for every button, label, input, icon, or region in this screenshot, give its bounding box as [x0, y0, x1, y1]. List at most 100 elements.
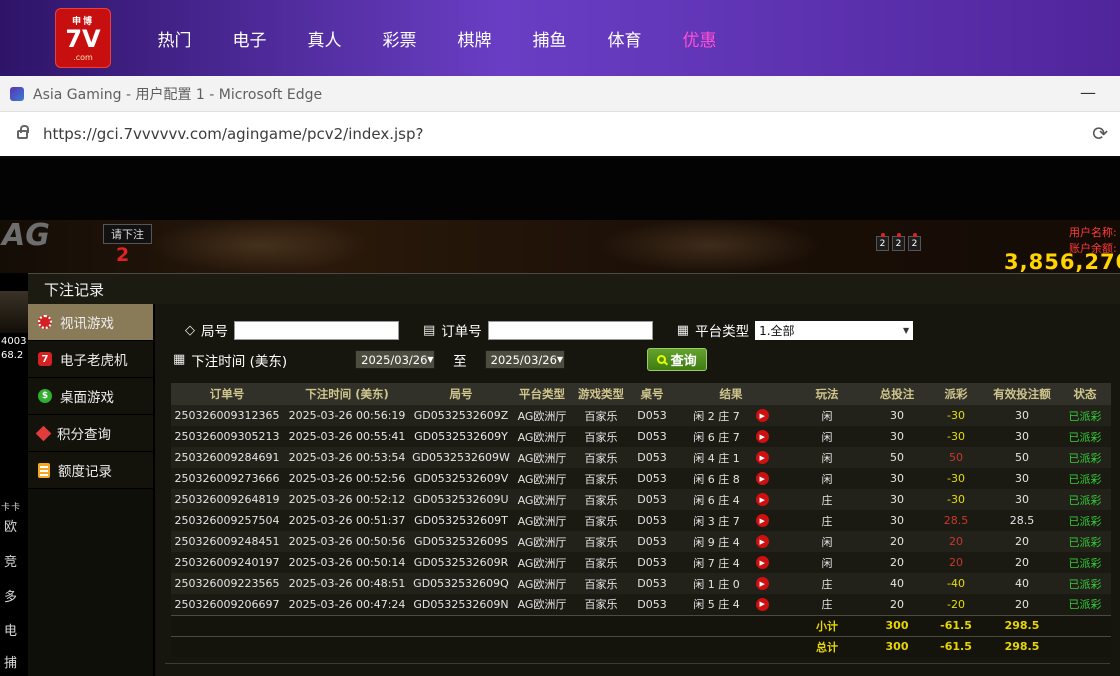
cell-order: 250326009305213 — [171, 426, 283, 447]
replay-play-icon[interactable]: ▶ — [756, 598, 769, 611]
sum-status — [1059, 636, 1111, 657]
replay-play-icon[interactable]: ▶ — [756, 451, 769, 464]
sum-label: 总计 — [787, 636, 867, 657]
lock-icon — [17, 130, 28, 139]
chevron-down-icon: ▼ — [903, 326, 909, 335]
result-text: 闲 7 庄 4 — [693, 555, 740, 571]
order-input[interactable] — [488, 321, 653, 340]
subtotal-row: 小计300-61.5298.5 — [171, 615, 1111, 636]
cell-time: 2025-03-26 00:48:51 — [283, 573, 411, 594]
replay-play-icon[interactable]: ▶ — [756, 430, 769, 443]
result-wrap: 闲 5 庄 4▶ — [675, 596, 787, 612]
address-bar: https://gci.7vvvvvv.com/agingame/pcv2/in… — [0, 112, 1120, 158]
cell-play: 闲 — [787, 531, 867, 552]
replay-play-icon[interactable]: ▶ — [756, 472, 769, 485]
sidebar-item-4[interactable]: 积分查询 — [28, 415, 153, 452]
filter-row-1: ◇ 局号 ▤ 订单号 ▦ 平台类型 1.全部 ▼ — [185, 320, 1120, 340]
cell-time: 2025-03-26 00:50:14 — [283, 552, 411, 573]
cell-round: GD0532532609Z — [411, 405, 511, 426]
search-button-label: 查询 — [671, 350, 697, 369]
site-logo[interactable]: 申博 7V .com — [55, 8, 111, 68]
cell-table-no: D053 — [629, 531, 675, 552]
result-text: 闲 9 庄 4 — [693, 534, 740, 550]
cell-status: 已派彩 — [1059, 405, 1111, 426]
sum-total: 300 — [867, 615, 927, 636]
chevron-down-icon: ▼ — [427, 355, 433, 364]
result-wrap: 闲 1 庄 0▶ — [675, 576, 787, 592]
date-from-select[interactable]: 2025/03/26 ▼ — [355, 350, 435, 369]
sidebar-item-3[interactable]: 桌面游戏 — [28, 378, 153, 415]
strip-menu-item[interactable]: 欧 — [4, 516, 17, 535]
result-wrap: 闲 4 庄 1▶ — [675, 450, 787, 466]
cell-game-type: 百家乐 — [573, 447, 629, 468]
replay-play-icon[interactable]: ▶ — [756, 577, 769, 590]
strip-menu-item[interactable]: 电 — [4, 620, 17, 639]
sidebar-item-1[interactable]: 视讯游戏 — [28, 304, 153, 341]
sidebar-item-5[interactable]: 额度记录 — [28, 452, 153, 489]
nav-item-2[interactable]: 电子 — [212, 26, 287, 51]
nav-item-8[interactable]: 优惠 — [662, 26, 737, 51]
cell-result: 闲 6 庄 7 ▶ — [675, 426, 787, 447]
replay-play-icon[interactable]: ▶ — [756, 514, 769, 527]
cell-play: 闲 — [787, 405, 867, 426]
strip-menu-item[interactable]: 多 — [4, 586, 17, 605]
nav-item-6[interactable]: 捕鱼 — [512, 26, 587, 51]
cell-payout: -20 — [927, 594, 985, 615]
points-icon — [36, 425, 52, 441]
date-to-value: 2025/03/26 — [491, 353, 557, 367]
cell-result: 闲 2 庄 7▶ — [675, 405, 787, 426]
cell-round: GD0532532609N — [411, 594, 511, 615]
cell-game-type: 百家乐 — [573, 531, 629, 552]
result-text: 闲 3 庄 7 — [693, 513, 740, 529]
platform-select[interactable]: 1.全部 ▼ — [755, 321, 913, 340]
cell-result: 闲 7 庄 4 ▶ — [675, 552, 787, 573]
cell-game-type: 百家乐 — [573, 594, 629, 615]
replay-play-icon[interactable]: ▶ — [756, 409, 769, 422]
cell-valid: 50 — [985, 447, 1059, 468]
cell-valid: 20 — [985, 531, 1059, 552]
table-row: 2503260092401972025-03-26 00:50:14GD0532… — [171, 552, 1111, 573]
table-row: 2503260092066972025-03-26 00:47:24GD0532… — [171, 594, 1111, 615]
refresh-icon[interactable]: ⟳ — [1092, 123, 1108, 145]
column-header: 结果 — [675, 383, 787, 405]
nav-item-3[interactable]: 真人 — [287, 26, 362, 51]
round-label: 局号 — [201, 320, 228, 340]
cell-valid: 30 — [985, 405, 1059, 426]
sum-payout: -61.5 — [927, 615, 985, 636]
cell-play: 庄 — [787, 594, 867, 615]
cell-table-no: D053 — [629, 594, 675, 615]
column-header: 总投注 — [867, 383, 927, 405]
cell-table-no: D053 — [629, 405, 675, 426]
address-url[interactable]: https://gci.7vvvvvv.com/agingame/pcv2/in… — [43, 125, 423, 143]
result-text: 闲 6 庄 7 — [693, 429, 740, 445]
cell-table-no: D053 — [629, 573, 675, 594]
shoe-badges: 222 — [876, 236, 921, 251]
strip-menu-item[interactable]: 卡卡 — [1, 500, 21, 513]
replay-play-icon[interactable]: ▶ — [756, 493, 769, 506]
date-to-select[interactable]: 2025/03/26 ▼ — [485, 350, 565, 369]
cell-round: GD0532532609V — [411, 468, 511, 489]
sum-label: 小计 — [787, 615, 867, 636]
strip-menu-item[interactable]: 捕 — [4, 652, 17, 671]
nav-item-5[interactable]: 棋牌 — [437, 26, 512, 51]
round-input[interactable] — [234, 321, 399, 340]
replay-play-icon[interactable]: ▶ — [756, 535, 769, 548]
minimize-button[interactable]: — — [1080, 83, 1096, 102]
cell-order: 250326009264819 — [171, 489, 283, 510]
replay-play-icon[interactable]: ▶ — [756, 556, 769, 569]
nav-item-4[interactable]: 彩票 — [362, 26, 437, 51]
nav-item-7[interactable]: 体育 — [587, 26, 662, 51]
username-label: 用户名称: — [1069, 224, 1117, 240]
cell-round: GD0532532609Q — [411, 573, 511, 594]
column-header: 桌号 — [629, 383, 675, 405]
platform-label: 平台类型 — [695, 320, 749, 340]
nav-item-1[interactable]: 热门 — [137, 26, 212, 51]
cell-status: 已派彩 — [1059, 510, 1111, 531]
cell-payout: 20 — [927, 552, 985, 573]
sum-status — [1059, 615, 1111, 636]
shoe-badge: 2 — [892, 236, 905, 251]
search-button[interactable]: 查询 — [647, 348, 707, 371]
countdown-number: 2 — [116, 244, 129, 266]
strip-menu-item[interactable]: 竞 — [4, 551, 17, 570]
sidebar-item-2[interactable]: 电子老虎机 — [28, 341, 153, 378]
